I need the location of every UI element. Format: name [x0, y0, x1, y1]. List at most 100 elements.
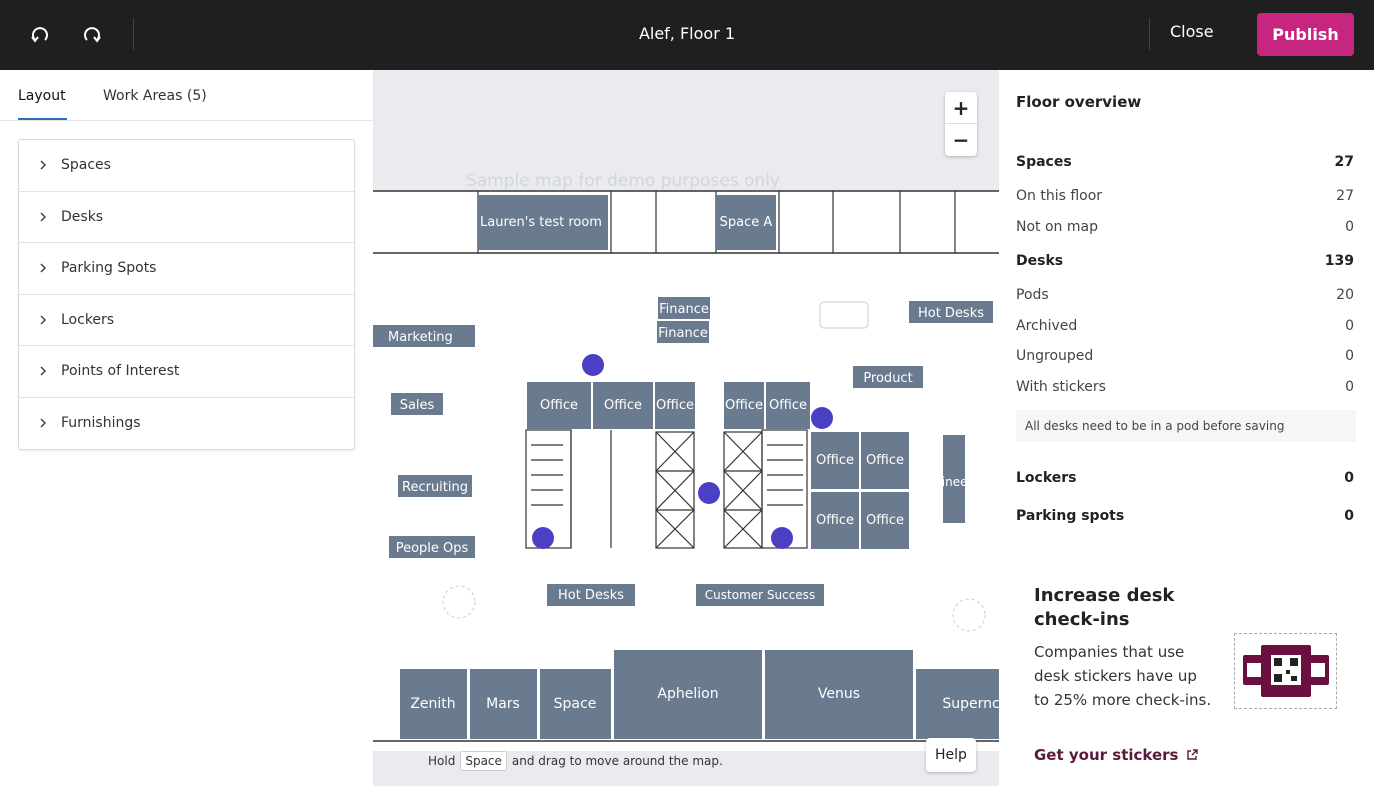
- accordion-points-of-interest[interactable]: Points of Interest: [19, 346, 354, 398]
- tab-layout[interactable]: Layout: [18, 88, 66, 104]
- accordion-parking-spots[interactable]: Parking Spots: [19, 243, 354, 295]
- pod-warning-note: All desks need to be in a pod before sav…: [1016, 410, 1356, 442]
- room-label: Venus: [818, 686, 860, 702]
- chevron-right-icon: [40, 160, 47, 170]
- table[interactable]: [819, 301, 869, 329]
- chevron-right-icon: [40, 315, 47, 325]
- map-watermark: Sample map for demo purposes only: [466, 171, 780, 191]
- pod-label: Marketing: [388, 330, 453, 345]
- pod-label: Hot Desks: [918, 306, 984, 321]
- office-label: Office: [866, 513, 904, 528]
- stat-label: Ungrouped: [1016, 348, 1094, 364]
- round-table[interactable]: [442, 585, 476, 619]
- zoom-controls: + −: [945, 92, 977, 156]
- promo-title: Increase desk check-ins: [1034, 585, 1175, 630]
- stat-with-stickers: With stickers 0: [1016, 379, 1354, 395]
- sticker-promo-card: Increase desk check-ins Companies that u…: [1016, 560, 1354, 786]
- pod-label: Product: [863, 371, 912, 386]
- accordion-label: Spaces: [61, 157, 111, 174]
- office-label: Office: [540, 398, 578, 413]
- stat-value: 0: [1345, 348, 1354, 364]
- stat-label: Lockers: [1016, 470, 1077, 486]
- stat-label: With stickers: [1016, 379, 1106, 395]
- redo-button[interactable]: [77, 20, 107, 50]
- tab-work-areas[interactable]: Work Areas (5): [103, 88, 207, 104]
- stat-label: Pods: [1016, 287, 1049, 303]
- desk-sticker-image: [1234, 633, 1337, 709]
- pod-label: People Ops: [396, 541, 469, 556]
- stat-ungrouped: Ungrouped 0: [1016, 348, 1354, 364]
- toolbar-divider: [1149, 18, 1150, 50]
- undo-icon: [31, 27, 48, 43]
- pan-hint: Hold Space and drag to move around the m…: [428, 751, 723, 771]
- close-button[interactable]: Close: [1170, 22, 1214, 41]
- accordion-desks[interactable]: Desks: [19, 192, 354, 243]
- pod-label: Customer Success: [705, 588, 815, 602]
- accordion-label: Desks: [61, 208, 104, 225]
- stat-label: Parking spots: [1016, 508, 1125, 524]
- publish-button[interactable]: Publish: [1257, 13, 1354, 56]
- chevron-right-icon: [40, 212, 47, 222]
- accordion-label: Lockers: [61, 311, 115, 328]
- office-label: Office: [816, 453, 854, 468]
- room-label: Mars: [486, 696, 520, 712]
- top-bar: Alef, Floor 1 Close Publish: [0, 0, 1374, 70]
- poi-marker-icon[interactable]: [811, 407, 833, 429]
- pod-label: Finance: [658, 326, 708, 341]
- accordion-label: Furnishings: [61, 415, 141, 432]
- office-label: Office: [769, 398, 807, 413]
- stat-archived: Archived 0: [1016, 318, 1354, 334]
- zoom-out-button[interactable]: −: [945, 124, 977, 156]
- pod-label: Finance: [659, 302, 709, 317]
- left-panel: Layout Work Areas (5) Spaces Desks Parki…: [0, 70, 373, 786]
- pod-label: Engineering: [919, 475, 991, 489]
- accordion-lockers[interactable]: Lockers: [19, 295, 354, 346]
- tab-bar: Layout Work Areas (5): [0, 70, 373, 121]
- stat-label: On this floor: [1016, 188, 1103, 204]
- office-label: Office: [816, 513, 854, 528]
- stat-value: 0: [1345, 219, 1354, 235]
- poi-marker-icon[interactable]: [582, 354, 604, 376]
- office-label: Office: [656, 398, 694, 413]
- exit-icon[interactable]: [532, 527, 554, 549]
- promo-text: Companies that use desk stickers have up…: [1034, 643, 1212, 709]
- stat-value: 139: [1324, 253, 1354, 269]
- stat-not-on-map: Not on map 0: [1016, 219, 1354, 235]
- floor-plan-canvas[interactable]: Sample map for demo purposes only Lauren…: [373, 70, 999, 786]
- layout-accordion: Spaces Desks Parking Spots Lockers Point…: [18, 139, 355, 450]
- pod-label: Sales: [400, 398, 435, 413]
- exit-icon[interactable]: [771, 527, 793, 549]
- accordion-furnishings[interactable]: Furnishings: [19, 398, 354, 450]
- accordion-label: Parking Spots: [61, 260, 157, 277]
- active-tab-indicator: [18, 118, 67, 120]
- overview-title: Floor overview: [1016, 93, 1142, 111]
- pod-label: Recruiting: [402, 480, 468, 495]
- accordion-spaces[interactable]: Spaces: [19, 140, 354, 192]
- floor-map[interactable]: Sample map for demo purposes only Lauren…: [373, 70, 999, 786]
- stat-label: Spaces: [1016, 154, 1072, 170]
- stat-value: 0: [1345, 318, 1354, 334]
- get-stickers-link[interactable]: Get your stickers: [1034, 746, 1199, 764]
- chevron-right-icon: [40, 366, 47, 376]
- stat-desks: Desks 139: [1016, 253, 1354, 269]
- floor-overview-panel: Floor overview Spaces 27 On this floor 27 …: [999, 70, 1374, 786]
- space-key: Space: [460, 751, 507, 771]
- stat-value: 27: [1334, 154, 1354, 170]
- room-label: Lauren's test room: [480, 215, 602, 230]
- office-label: Office: [604, 398, 642, 413]
- undo-button[interactable]: [25, 20, 55, 50]
- stat-value: 27: [1336, 188, 1354, 204]
- accordion-label: Points of Interest: [61, 363, 180, 380]
- room-label: Space A: [720, 215, 773, 230]
- stat-label: Not on map: [1016, 219, 1098, 235]
- zoom-in-button[interactable]: +: [945, 92, 977, 124]
- external-link-icon: [1187, 749, 1199, 760]
- elevator-icon[interactable]: [698, 482, 720, 504]
- stat-on-this-floor: On this floor 27: [1016, 188, 1354, 204]
- redo-icon: [84, 27, 101, 43]
- qr-sticker-icon: [1242, 645, 1329, 697]
- help-button[interactable]: Help: [926, 738, 976, 772]
- round-table[interactable]: [952, 598, 986, 632]
- stat-value: 0: [1345, 379, 1354, 395]
- stat-value: 0: [1344, 470, 1354, 486]
